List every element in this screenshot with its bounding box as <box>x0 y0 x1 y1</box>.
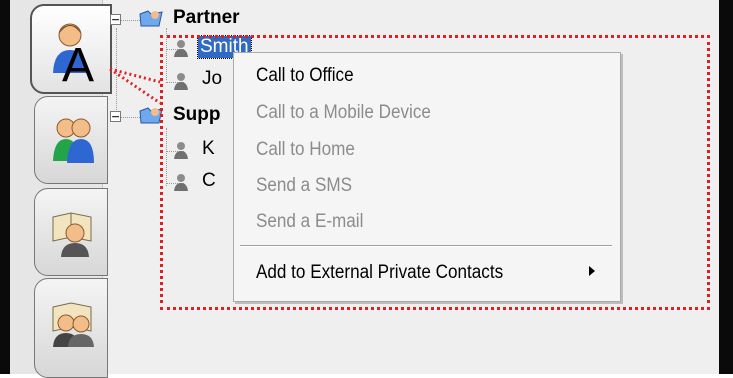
menu-separator <box>240 245 612 247</box>
annotation-callout-label: A <box>62 39 95 92</box>
menu-item-send-sms[interactable]: Send a SMS <box>256 171 352 201</box>
menu-item-send-email[interactable]: Send a E-mail <box>256 207 363 237</box>
menu-item-call-mobile[interactable]: Call to a Mobile Device <box>256 98 431 128</box>
triangle-right-icon <box>589 266 595 276</box>
menu-item-add-external-contacts[interactable]: Add to External Private Contacts <box>256 258 503 288</box>
menu-item-call-office[interactable]: Call to Office <box>256 61 354 91</box>
contact-context-menu: Call to Office Call to a Mobile Device C… <box>233 52 621 302</box>
menu-item-call-home[interactable]: Call to Home <box>256 135 355 165</box>
